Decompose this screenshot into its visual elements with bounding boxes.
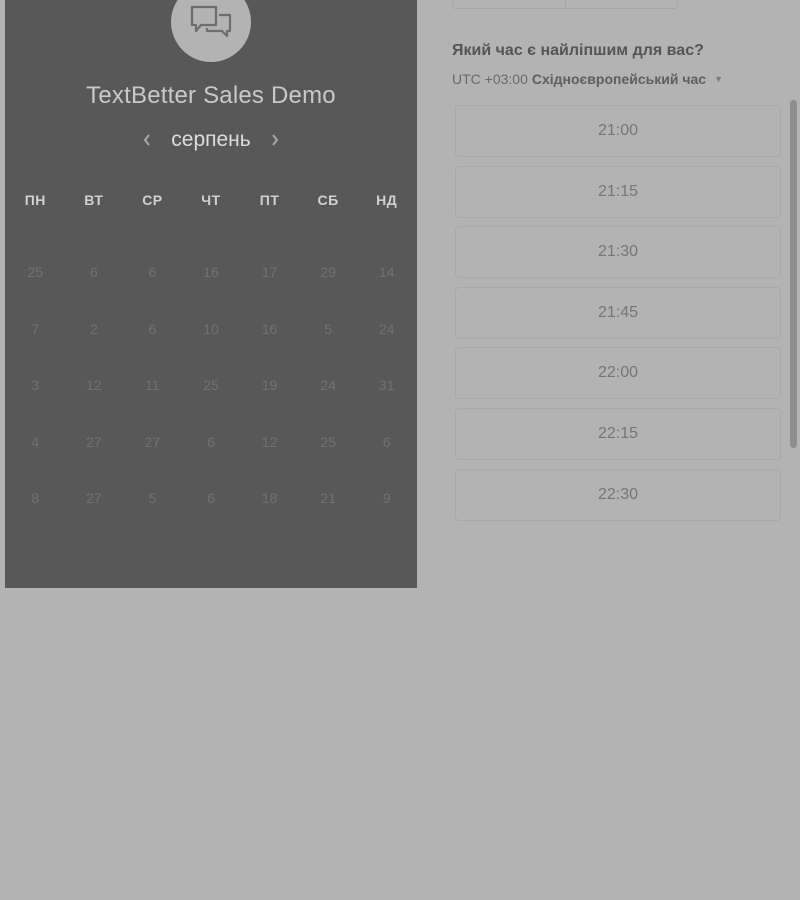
previous-section-edge <box>452 0 678 9</box>
calendar-day[interactable]: 17 <box>240 244 299 301</box>
caret-down-icon: ▼ <box>714 74 723 84</box>
calendar-day[interactable]: 6 <box>357 414 416 471</box>
calendar-day[interactable]: 2 <box>65 301 124 358</box>
chevron-left-icon <box>143 134 151 146</box>
chat-bubbles-icon <box>190 5 232 38</box>
calendar-day[interactable]: 25 <box>6 244 65 301</box>
month-navigation: серпень <box>5 128 417 152</box>
calendar-day[interactable]: 12 <box>65 357 124 414</box>
calendar-day[interactable]: 12 <box>240 414 299 471</box>
calendar-day[interactable]: 24 <box>299 357 358 414</box>
calendar-day[interactable]: 27 <box>65 470 124 527</box>
weekday-header: ПН ВТ СР ЧТ ПТ СБ НД <box>5 192 417 208</box>
calendar-day[interactable]: 27 <box>65 414 124 471</box>
calendar-day[interactable]: 4 <box>6 414 65 471</box>
calendar-day[interactable]: 6 <box>123 301 182 358</box>
calendar-day[interactable]: 25 <box>299 414 358 471</box>
calendar-day[interactable]: 10 <box>182 301 241 358</box>
calendar-day[interactable]: 29 <box>299 244 358 301</box>
logo <box>171 0 251 62</box>
calendar-day[interactable]: 21 <box>299 470 358 527</box>
calendar-day[interactable]: 25 <box>182 357 241 414</box>
weekday-label: ПТ <box>259 192 280 208</box>
scrollbar[interactable] <box>790 100 797 448</box>
calendar-day[interactable]: 6 <box>182 470 241 527</box>
time-slot-button[interactable]: 21:45 <box>455 286 781 339</box>
calendar-day[interactable]: 9 <box>357 470 416 527</box>
timezone-name: Східноєвропейський час <box>531 71 707 87</box>
calendar-panel: TextBetter Sales Demo серпень ПН ВТ СР Ч… <box>5 0 417 588</box>
calendar-day[interactable]: 6 <box>65 244 124 301</box>
calendar-day[interactable]: 5 <box>123 470 182 527</box>
calendar-day[interactable]: 18 <box>240 470 299 527</box>
calendar-day[interactable]: 11 <box>123 357 182 414</box>
weekday-label: ВТ <box>84 192 104 208</box>
divider <box>565 0 566 8</box>
weekday-label: НД <box>376 192 398 208</box>
time-slot-button[interactable]: 21:00 <box>455 105 781 157</box>
timezone-selector[interactable]: UTC +03:00 Східноєвропейський час ▼ <box>452 71 723 87</box>
calendar-day[interactable]: 16 <box>182 244 241 301</box>
next-month-button[interactable] <box>265 128 285 152</box>
time-slot-button[interactable]: 22:00 <box>455 347 781 400</box>
chevron-right-icon <box>271 134 278 146</box>
time-slot-list: 21:00 21:15 21:30 21:45 22:00 22:15 22:3… <box>455 105 781 529</box>
calendar-day[interactable]: 16 <box>240 301 299 358</box>
event-title: TextBetter Sales Demo <box>86 82 336 109</box>
weekday-label: ПН <box>24 192 46 208</box>
calendar-day[interactable]: 3 <box>6 357 65 414</box>
time-slot-button[interactable]: 22:30 <box>455 468 781 521</box>
calendar-day[interactable]: 6 <box>123 244 182 301</box>
weekday-label: СР <box>142 192 163 208</box>
time-slot-button[interactable]: 21:15 <box>455 165 781 218</box>
weekday-label: ЧТ <box>201 192 221 208</box>
time-question-heading: Який час є найліпшим для вас? <box>452 42 704 59</box>
time-slot-button[interactable]: 21:30 <box>455 226 781 279</box>
time-slot-button[interactable]: 22:15 <box>455 407 781 460</box>
month-label: серпень <box>171 128 251 151</box>
calendar-day[interactable]: 24 <box>357 301 416 358</box>
calendar-day[interactable]: 8 <box>6 470 65 527</box>
calendar-days-grid: 25 6 6 16 17 29 14 7 2 6 10 16 5 24 3 12… <box>5 244 417 527</box>
calendar-day[interactable]: 7 <box>6 301 65 358</box>
calendar-day[interactable]: 31 <box>357 357 416 414</box>
calendar-day[interactable]: 5 <box>299 301 358 358</box>
prev-month-button[interactable] <box>137 128 157 152</box>
calendar-day[interactable]: 14 <box>357 244 416 301</box>
calendar-day[interactable]: 6 <box>182 414 241 471</box>
timezone-offset: UTC +03:00 <box>452 71 528 87</box>
weekday-label: СБ <box>317 192 339 208</box>
calendar-day[interactable]: 27 <box>123 414 182 471</box>
calendar-day[interactable]: 19 <box>240 357 299 414</box>
